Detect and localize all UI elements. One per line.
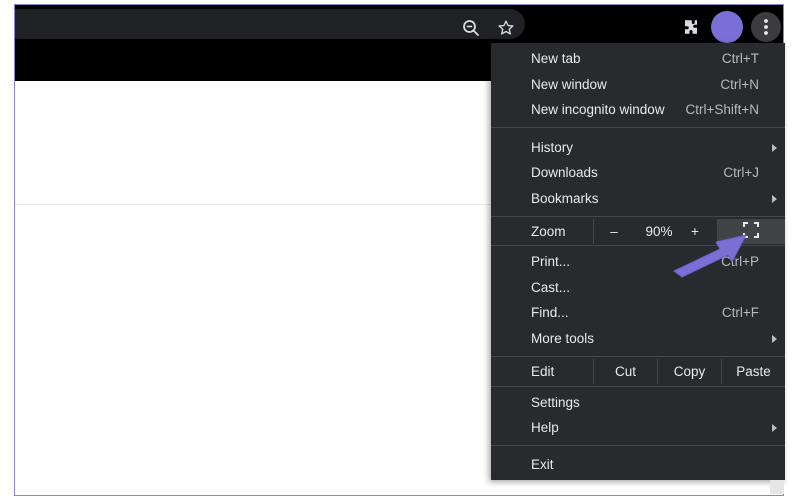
menu-item-new-window[interactable]: New window Ctrl+N — [491, 73, 785, 98]
menu-item-label: Print... — [531, 254, 571, 269]
browser-toolbar — [15, 5, 783, 43]
star-icon[interactable] — [496, 18, 516, 38]
copy-button[interactable]: Copy — [658, 359, 721, 384]
menu-item-new-tab[interactable]: New tab Ctrl+T — [491, 47, 785, 72]
zoom-out-button[interactable]: – — [595, 219, 633, 244]
puzzle-icon[interactable] — [681, 17, 701, 37]
profile-avatar[interactable] — [711, 11, 743, 43]
menu-item-label: Downloads — [531, 165, 598, 180]
zoom-label: Zoom — [531, 224, 566, 239]
paste-label: Paste — [736, 364, 771, 379]
menu-item-label: History — [531, 140, 574, 155]
address-bar[interactable] — [15, 9, 525, 39]
submenu-arrow-icon — [772, 424, 777, 432]
menu-item-downloads[interactable]: Downloads Ctrl+J — [491, 161, 785, 186]
paste-button[interactable]: Paste — [722, 359, 785, 384]
submenu-arrow-icon — [772, 195, 777, 203]
menu-item-label: Bookmarks — [531, 191, 599, 206]
menu-item-label: Help — [531, 420, 559, 435]
menu-item-shortcut: Ctrl+F — [721, 305, 759, 320]
menu-separator — [491, 386, 785, 387]
menu-item-settings[interactable]: Settings — [491, 391, 785, 416]
arrow-pointer — [668, 221, 764, 283]
three-dot-menu-icon[interactable] — [751, 12, 781, 42]
cut-label: Cut — [614, 364, 636, 379]
copy-label: Copy — [673, 364, 706, 379]
menu-item-label: New tab — [531, 51, 581, 66]
menu-item-label: Cast... — [531, 280, 571, 295]
menu-item-label: Find... — [531, 305, 569, 320]
menu-separator — [491, 356, 785, 357]
edit-label: Edit — [531, 364, 555, 379]
zoom-out-magnifier-icon[interactable] — [461, 18, 481, 38]
menu-item-exit[interactable]: Exit — [491, 453, 785, 478]
menu-item-history[interactable]: History — [491, 136, 785, 161]
menu-item-label: Settings — [531, 395, 580, 410]
menu-separator — [491, 216, 785, 217]
zoom-divider — [593, 219, 594, 244]
menu-item-new-incognito-window[interactable]: New incognito window Ctrl+Shift+N — [491, 98, 785, 123]
menu-separator — [491, 445, 785, 446]
menu-item-more-tools[interactable]: More tools — [491, 327, 785, 352]
edit-row: Edit Cut Copy Paste — [491, 359, 785, 384]
menu-separator — [491, 127, 785, 128]
menu-item-label: New window — [531, 77, 607, 92]
menu-item-label: More tools — [531, 331, 595, 346]
menu-item-shortcut: Ctrl+J — [723, 165, 759, 180]
menu-item-shortcut: Ctrl+N — [720, 77, 759, 92]
menu-item-shortcut: Ctrl+Shift+N — [685, 102, 759, 117]
submenu-arrow-icon — [772, 335, 777, 343]
submenu-arrow-icon — [772, 144, 777, 152]
scrollbar-corner — [770, 480, 784, 494]
menu-item-shortcut: Ctrl+T — [721, 51, 759, 66]
menu-item-label: Exit — [531, 457, 554, 472]
menu-item-bookmarks[interactable]: Bookmarks — [491, 187, 785, 212]
menu-item-find[interactable]: Find... Ctrl+F — [491, 301, 785, 326]
cut-button[interactable]: Cut — [594, 359, 657, 384]
menu-item-label: New incognito window — [531, 102, 665, 117]
menu-item-help[interactable]: Help — [491, 416, 785, 441]
zoom-minus-label: – — [610, 224, 618, 239]
